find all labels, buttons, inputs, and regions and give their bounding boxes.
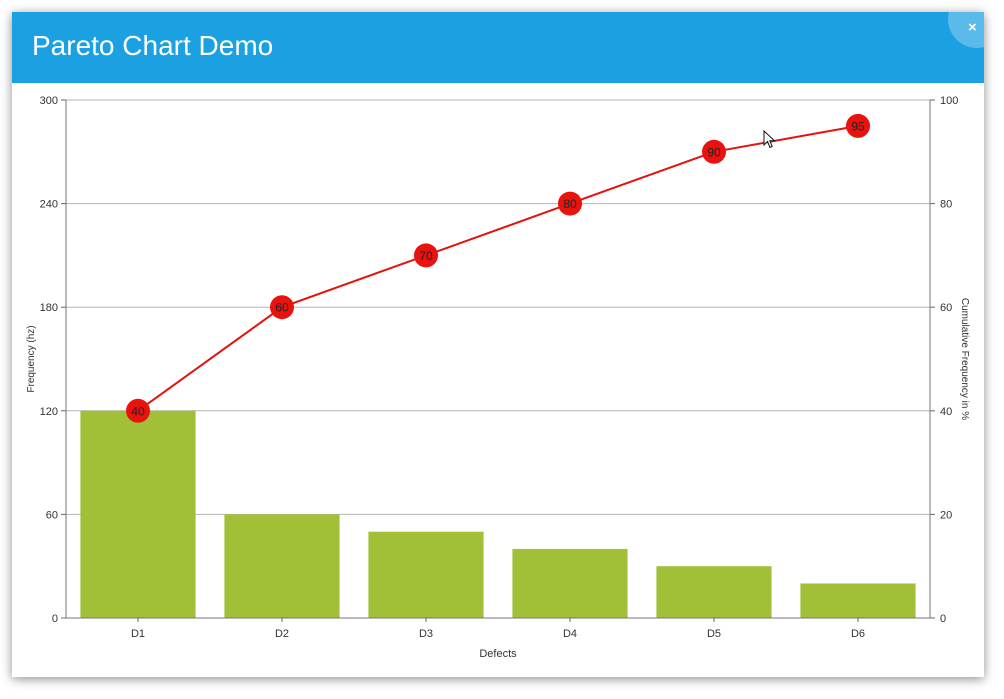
data-label: 90 xyxy=(707,145,721,159)
x-tick-label: D1 xyxy=(131,628,145,640)
pareto-chart: 0 60 120 180 240 300 0 20 40 60 80 100 D1 D2 D3 D4 D5 D6 … xyxy=(12,83,984,677)
data-label: 40 xyxy=(131,404,145,418)
x-tick-label: D3 xyxy=(419,628,433,640)
y2-tick-label: 20 xyxy=(940,509,952,521)
y2-tick-label: 60 xyxy=(940,302,952,314)
y-tick-label: 180 xyxy=(40,302,58,314)
bar-d2 xyxy=(224,514,340,618)
bar-d3 xyxy=(368,531,484,618)
cumulative-line-series: 40 60 70 80 90 95 xyxy=(126,113,870,423)
x-tick-label: D2 xyxy=(275,628,289,640)
y2-tick-label: 100 xyxy=(940,95,958,107)
mouse-cursor-icon xyxy=(763,130,776,149)
y-tick-label: 300 xyxy=(40,95,58,107)
y-tick-label: 120 xyxy=(40,406,58,418)
data-label: 60 xyxy=(275,301,289,315)
chart-window: Pareto Chart Demo × 0 60 120 180 240 300 0 20 40… xyxy=(12,12,984,677)
bar-d5 xyxy=(656,566,772,618)
bar-d1 xyxy=(80,410,196,618)
bar-d4 xyxy=(512,548,628,618)
window-title: Pareto Chart Demo xyxy=(32,30,274,61)
y-tick-label: 240 xyxy=(40,199,58,211)
y2-tick-label: 40 xyxy=(940,406,952,418)
cumulative-line xyxy=(137,124,859,412)
x-axis-title: Defects xyxy=(479,648,517,660)
data-label: 80 xyxy=(563,197,577,211)
x-tick-label: D4 xyxy=(563,628,577,640)
y2-tick-label: 80 xyxy=(940,199,952,211)
x-tick-label: D5 xyxy=(707,628,721,640)
y-axis-title: Frequency (hz) xyxy=(26,325,37,392)
bar-d6 xyxy=(800,583,916,618)
y2-tick-label: 0 xyxy=(940,613,946,625)
data-label: 70 xyxy=(419,249,433,263)
close-icon: × xyxy=(968,19,977,36)
y2-axis-title: Cumulative Frequency in % xyxy=(959,298,970,420)
y-tick-label: 60 xyxy=(46,509,58,521)
chart-svg: 060120180240300020406080100D1 D2 D3 D4 D5 D6 … xyxy=(26,95,970,660)
close-button[interactable]: × xyxy=(948,12,984,48)
title-bar: Pareto Chart Demo × xyxy=(12,12,984,83)
x-tick-label: D6 xyxy=(851,628,865,640)
data-label: 95 xyxy=(851,119,865,133)
y-tick-label: 0 xyxy=(52,613,58,625)
